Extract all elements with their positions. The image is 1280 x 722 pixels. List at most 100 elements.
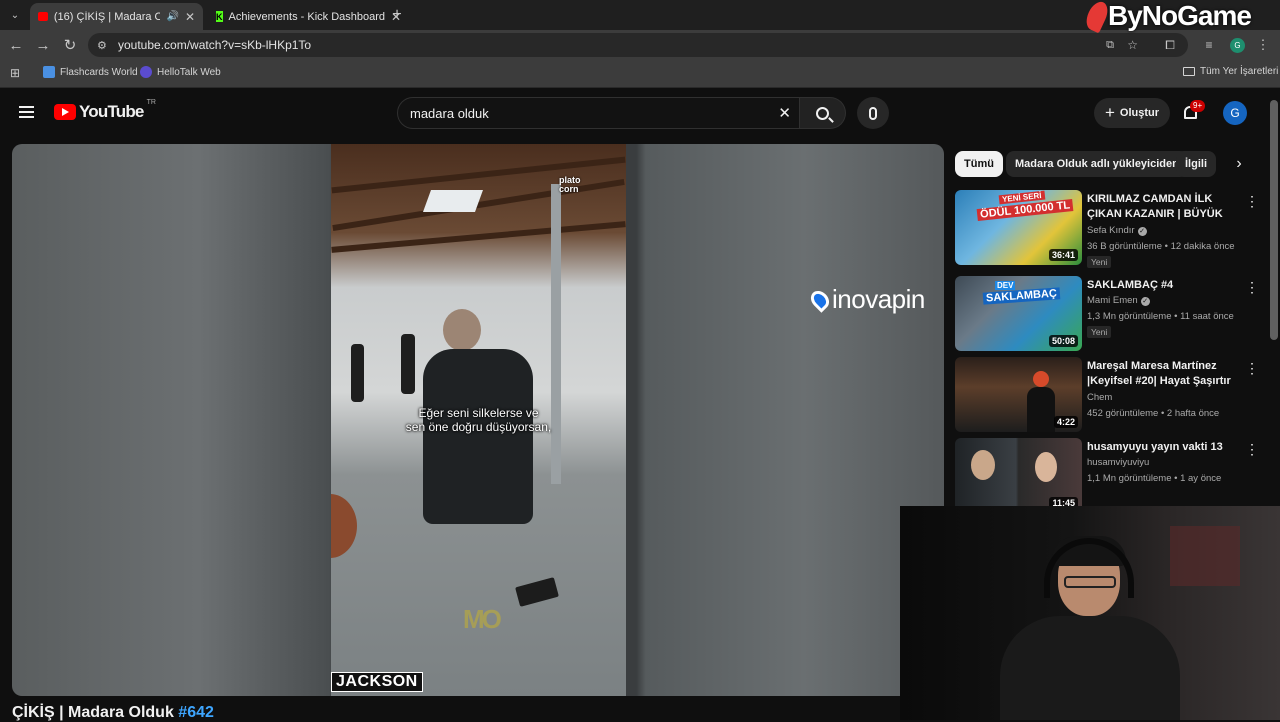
- bookmark-star-icon[interactable]: ☆: [1127, 38, 1138, 52]
- video-title[interactable]: KIRILMAZ CAMDAN İLK ÇIKAN KAZANIR | BÜYÜ…: [1087, 192, 1237, 222]
- search-button[interactable]: [800, 97, 846, 129]
- thumb-caption: ÖDÜL 100.000 TL: [976, 199, 1074, 221]
- chip-from-uploader[interactable]: Madara Olduk adlı yükleyiciden: [1006, 151, 1188, 177]
- site-info-icon[interactable]: ⚙: [97, 39, 107, 52]
- recommended-video[interactable]: 4:22 Mareşal Maresa Martínez |Keyifsel #…: [955, 357, 1265, 433]
- browser-menu-icon[interactable]: ⋮: [1250, 30, 1276, 60]
- poster-on-wall: [1170, 526, 1240, 586]
- extensions-icon[interactable]: ⧠: [1157, 30, 1183, 60]
- streamer-body: [1000, 616, 1180, 720]
- bookmark-hellotalk[interactable]: HelloTalk Web: [140, 66, 221, 78]
- more-options-icon[interactable]: ⋮: [1245, 280, 1259, 294]
- name-tag: JACKSON: [331, 672, 423, 692]
- subtitle-line: sen öne doğru düşüyorsan,: [405, 420, 552, 434]
- chip-related[interactable]: İlgili: [1176, 151, 1216, 177]
- person-figure: [443, 309, 481, 351]
- region-code: TR: [146, 99, 156, 106]
- video-thumbnail[interactable]: 4:22: [955, 357, 1082, 432]
- page-scrollbar[interactable]: [1270, 100, 1278, 340]
- tab-label: (16) ÇİKİŞ | Madara Olduk: [53, 10, 161, 23]
- video-frame: plato corn Eğer seni silkelerse ve sen ö…: [331, 144, 626, 696]
- channel-label: Sefa Kındır: [1087, 225, 1135, 236]
- media-control-icon[interactable]: ≡: [1196, 30, 1222, 60]
- channel-name[interactable]: Chem: [1087, 392, 1112, 403]
- chips-next-icon[interactable]: ›: [1228, 151, 1250, 177]
- video-duration: 36:41: [1048, 249, 1078, 261]
- thumb-face: [971, 450, 995, 480]
- speaker-icon[interactable]: 🔊: [166, 11, 178, 22]
- tab-kick[interactable]: K Achievements - Kick Dashboard ✕: [208, 3, 401, 30]
- new-badge: Yeni: [1087, 326, 1112, 338]
- create-button[interactable]: + Oluştur: [1094, 98, 1170, 128]
- close-tab-icon[interactable]: ✕: [185, 10, 195, 24]
- video-subtitle: Eğer seni silkelerse ve sen öne doğru dü…: [331, 406, 626, 434]
- video-player[interactable]: plato corn Eğer seni silkelerse ve sen ö…: [12, 144, 944, 696]
- video-thumbnail[interactable]: DEV SAKLAMBAÇ 50:08: [955, 276, 1082, 351]
- search-input[interactable]: madara olduk ✕: [397, 97, 800, 129]
- apps-grid-icon[interactable]: ⊞: [2, 59, 28, 87]
- voice-search-button[interactable]: [857, 97, 889, 129]
- new-tab-icon[interactable]: +: [384, 0, 410, 30]
- sponsor-label: inovapin: [832, 284, 925, 314]
- new-badge: Yeni: [1087, 256, 1112, 268]
- more-options-icon[interactable]: ⋮: [1245, 442, 1259, 456]
- thumb-figure: [1033, 371, 1049, 387]
- kick-favicon-icon: K: [216, 11, 223, 22]
- address-bar[interactable]: ⚙ youtube.com/watch?v=sKb-lHKp1To ⧉ ☆: [88, 33, 1188, 57]
- thumb-figure: [1027, 387, 1055, 432]
- account-avatar[interactable]: G: [1223, 101, 1247, 125]
- more-options-icon[interactable]: ⋮: [1245, 194, 1259, 208]
- bookmarks-bar: ⊞ Flashcards World HelloTalk Web Tüm Yer…: [0, 60, 1280, 88]
- notifications-button[interactable]: 9+: [1181, 100, 1206, 124]
- video-meta: 452 görüntüleme • 2 hafta önce: [1087, 408, 1220, 419]
- video-thumbnail[interactable]: 11:45: [955, 438, 1082, 513]
- back-icon[interactable]: ←: [3, 30, 29, 60]
- youtube-favicon-icon: [38, 12, 48, 21]
- channel-name[interactable]: husamviyuviyu: [1087, 457, 1149, 468]
- verified-icon: ✓: [1140, 297, 1150, 306]
- pillar: [551, 184, 561, 484]
- video-title[interactable]: SAKLAMBAÇ #4: [1087, 278, 1237, 293]
- recommended-video[interactable]: DEV SAKLAMBAÇ 50:08 SAKLAMBAÇ #4 Mami Em…: [955, 276, 1265, 352]
- all-bookmarks[interactable]: Tüm Yer İşaretleri: [1183, 66, 1278, 77]
- install-icon[interactable]: ⧉: [1106, 39, 1114, 52]
- recommended-video[interactable]: 11:45 husamyuyu yayın vakti 13 husamviyu…: [955, 438, 1265, 514]
- video-title[interactable]: husamyuyu yayın vakti 13: [1087, 440, 1237, 455]
- channel-label: Mami Emen: [1087, 295, 1138, 306]
- video-title[interactable]: Mareşal Maresa Martínez |Keyifsel #20| H…: [1087, 359, 1237, 389]
- youtube-logo[interactable]: YouTube TR: [54, 99, 156, 122]
- video-thumbnail[interactable]: YENİ SERİ ÖDÜL 100.000 TL 36:41: [955, 190, 1082, 265]
- mo-corner-logo: MO: [463, 604, 502, 634]
- bookmark-flashcards[interactable]: Flashcards World: [43, 66, 138, 78]
- profile-avatar[interactable]: G: [1230, 38, 1245, 53]
- watermark-text: ByNoGame: [1108, 0, 1252, 31]
- sponsor-overlay: inovapin: [807, 284, 925, 315]
- bookmark-label: HelloTalk Web: [157, 66, 221, 78]
- channel-watermark: ByNoGame: [1082, 0, 1252, 34]
- thumb-face: [1035, 452, 1057, 482]
- video-duration: 4:22: [1053, 416, 1078, 428]
- channel-name[interactable]: Mami Emen ✓: [1087, 295, 1150, 306]
- clear-search-icon[interactable]: ✕: [778, 104, 791, 122]
- punching-bag: [351, 344, 364, 402]
- more-options-icon[interactable]: ⋮: [1245, 361, 1259, 375]
- plato-corn-logo: plato corn: [559, 175, 581, 194]
- create-label: Oluştur: [1119, 107, 1160, 119]
- video-meta: 1,1 Mn görüntüleme • 1 ay önce: [1087, 473, 1222, 484]
- tab-youtube[interactable]: (16) ÇİKİŞ | Madara Olduk 🔊 ✕: [30, 3, 203, 30]
- tab-search-icon[interactable]: ⌄: [2, 0, 28, 30]
- reload-icon[interactable]: ↻: [57, 30, 83, 60]
- folder-icon: [1183, 67, 1195, 76]
- glasses: [1064, 576, 1116, 588]
- subtitle-line: Eğer seni silkelerse ve: [418, 406, 539, 420]
- notification-count-badge: 9+: [1190, 100, 1206, 112]
- hamburger-menu-icon[interactable]: [19, 106, 34, 118]
- channel-name[interactable]: Sefa Kındır ✓: [1087, 225, 1147, 236]
- recommended-video[interactable]: YENİ SERİ ÖDÜL 100.000 TL 36:41 KIRILMAZ…: [955, 190, 1265, 268]
- microphone-icon: [869, 106, 877, 120]
- video-duration: 50:08: [1048, 335, 1078, 347]
- chip-all[interactable]: Tümü: [955, 151, 1003, 177]
- video-hashtag-link[interactable]: #642: [178, 704, 214, 721]
- youtube-play-icon: [54, 104, 76, 120]
- forward-icon[interactable]: →: [30, 30, 56, 60]
